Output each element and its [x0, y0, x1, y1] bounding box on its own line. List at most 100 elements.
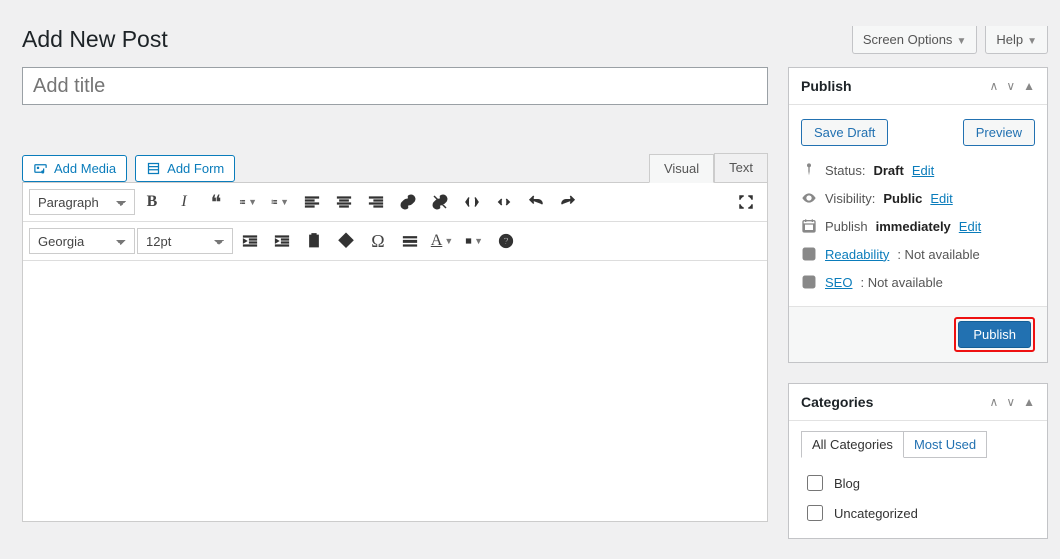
main-column: Add Media Add Form Visual Text Paragraph… — [22, 67, 768, 522]
chevron-down-icon: ▼ — [248, 197, 257, 207]
special-char-button[interactable]: Ω — [363, 226, 393, 256]
bold-button[interactable]: B — [137, 187, 167, 217]
tab-visual[interactable]: Visual — [649, 154, 714, 183]
edit-status-link[interactable]: Edit — [912, 163, 934, 178]
chevron-down-icon: ▼ — [956, 36, 966, 47]
unlink-button[interactable] — [425, 187, 455, 217]
yoast-readability-icon — [801, 246, 817, 262]
move-up-icon[interactable]: ∧ — [990, 79, 999, 93]
chevron-down-icon: ▼ — [1027, 36, 1037, 47]
help-button[interactable]: Help ▼ — [985, 26, 1048, 54]
table-button[interactable]: ▼ — [459, 226, 489, 256]
post-title-input[interactable] — [22, 67, 768, 105]
eye-icon — [801, 190, 817, 206]
help-label: Help — [996, 32, 1023, 47]
move-down-icon[interactable]: ∨ — [1006, 395, 1015, 409]
categories-metabox: Categories ∧ ∨ ▲ All Categories Most Use… — [788, 383, 1048, 539]
italic-button[interactable]: I — [169, 187, 199, 217]
readability-row: Readability : Not available — [801, 240, 1035, 268]
visibility-label: Visibility: — [825, 191, 875, 206]
visibility-value: Public — [883, 191, 922, 206]
redo-button[interactable] — [553, 187, 583, 217]
text-color-button[interactable]: A▼ — [427, 226, 457, 256]
readability-value: : Not available — [897, 247, 979, 262]
align-center-button[interactable] — [329, 187, 359, 217]
readability-link[interactable]: Readability — [825, 247, 889, 262]
save-draft-button[interactable]: Save Draft — [801, 119, 888, 146]
fullscreen-button[interactable] — [731, 187, 761, 217]
category-checkbox[interactable] — [807, 505, 823, 521]
schedule-value: immediately — [876, 219, 951, 234]
form-icon — [146, 161, 161, 176]
paste-button[interactable] — [299, 226, 329, 256]
collapse-icon[interactable]: ▲ — [1023, 79, 1035, 93]
schedule-label: Publish — [825, 219, 868, 234]
publish-button[interactable]: Publish — [958, 321, 1031, 348]
chevron-down-icon: ▼ — [444, 236, 453, 246]
format-select[interactable]: Paragraph — [29, 189, 135, 215]
hr-button[interactable] — [395, 226, 425, 256]
bullet-list-button[interactable]: ▼ — [233, 187, 263, 217]
category-label: Uncategorized — [834, 506, 918, 521]
sidebar-column: Publish ∧ ∨ ▲ Save Draft Preview Status:… — [788, 67, 1048, 559]
editor-container: Paragraph B I ❝ ▼ ▼ — [22, 182, 768, 522]
code-button[interactable] — [489, 187, 519, 217]
svg-text:?: ? — [503, 236, 509, 246]
font-size-select[interactable]: 12pt — [137, 228, 233, 254]
seo-value: : Not available — [860, 275, 942, 290]
collapse-icon[interactable]: ▲ — [1023, 395, 1035, 409]
ordered-list-button[interactable]: ▼ — [265, 187, 295, 217]
seo-row: SEO : Not available — [801, 268, 1035, 296]
seo-link[interactable]: SEO — [825, 275, 852, 290]
status-value: Draft — [873, 163, 903, 178]
link-button[interactable] — [393, 187, 423, 217]
camera-music-icon — [33, 161, 48, 176]
align-left-button[interactable] — [297, 187, 327, 217]
category-item[interactable]: Blog — [801, 468, 1035, 498]
calendar-icon — [801, 218, 817, 234]
move-down-icon[interactable]: ∨ — [1006, 79, 1015, 93]
move-up-icon[interactable]: ∧ — [990, 395, 999, 409]
indent-button[interactable] — [267, 226, 297, 256]
tag-button[interactable] — [331, 226, 361, 256]
shortcode-button[interactable] — [457, 187, 487, 217]
edit-visibility-link[interactable]: Edit — [930, 191, 952, 206]
font-family-select[interactable]: Georgia — [29, 228, 135, 254]
add-form-label: Add Form — [167, 161, 224, 176]
status-row: Status: Draft Edit — [801, 156, 1035, 184]
pin-icon — [801, 162, 817, 178]
admin-topbar: Screen Options▼ Help▼ — [852, 26, 1048, 54]
preview-button[interactable]: Preview — [963, 119, 1035, 146]
screen-options-label: Screen Options — [863, 32, 953, 47]
tab-all-categories[interactable]: All Categories — [801, 431, 904, 458]
editor-mode-tabs: Visual Text — [649, 153, 768, 182]
editor-toolbar-row-1: Paragraph B I ❝ ▼ ▼ — [23, 183, 767, 222]
chevron-down-icon: ▼ — [474, 236, 483, 246]
outdent-button[interactable] — [235, 226, 265, 256]
blockquote-button[interactable]: ❝ — [201, 187, 231, 217]
align-right-button[interactable] — [361, 187, 391, 217]
editor-content-area[interactable] — [23, 261, 767, 521]
visibility-row: Visibility: Public Edit — [801, 184, 1035, 212]
status-label: Status: — [825, 163, 865, 178]
screen-options-button[interactable]: Screen Options▼ — [852, 26, 978, 54]
add-media-button[interactable]: Add Media — [22, 155, 127, 182]
tab-text[interactable]: Text — [714, 153, 768, 182]
categories-heading: Categories — [801, 394, 873, 410]
chevron-down-icon: ▼ — [280, 197, 289, 207]
edit-schedule-link[interactable]: Edit — [959, 219, 981, 234]
undo-button[interactable] — [521, 187, 551, 217]
schedule-row: Publish immediately Edit — [801, 212, 1035, 240]
editor-toolbar-row-2: Georgia 12pt Ω A▼ ▼ ? — [23, 222, 767, 261]
add-form-button[interactable]: Add Form — [135, 155, 235, 182]
publish-heading: Publish — [801, 78, 852, 94]
add-media-label: Add Media — [54, 161, 116, 176]
category-label: Blog — [834, 476, 860, 491]
publish-metabox: Publish ∧ ∨ ▲ Save Draft Preview Status:… — [788, 67, 1048, 363]
publish-highlight: Publish — [954, 317, 1035, 352]
yoast-seo-icon — [801, 274, 817, 290]
category-item[interactable]: Uncategorized — [801, 498, 1035, 528]
help-icon-button[interactable]: ? — [491, 226, 521, 256]
category-checkbox[interactable] — [807, 475, 823, 491]
tab-most-used[interactable]: Most Used — [904, 431, 987, 458]
